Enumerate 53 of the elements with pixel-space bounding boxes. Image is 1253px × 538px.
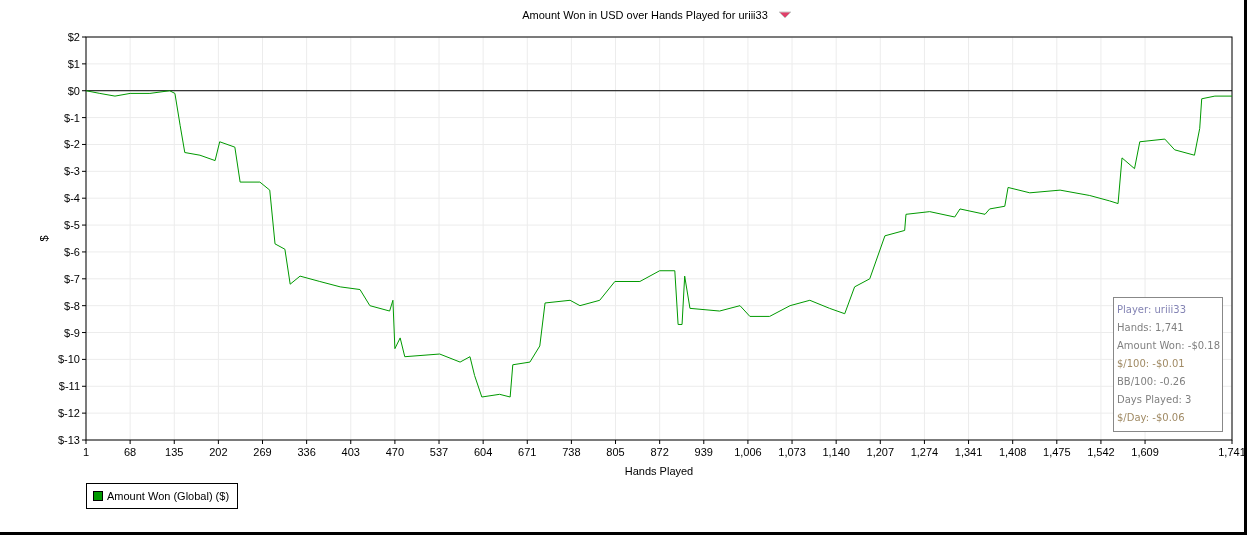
stat-line: Amount Won: -$0.18: [1117, 339, 1219, 353]
stat-line: Days Played: 3: [1117, 393, 1193, 407]
x-tick-label: 1,408: [998, 446, 1027, 458]
x-tick-label: 403: [341, 446, 360, 458]
y-tick-label: $0: [67, 84, 80, 97]
x-tick-label: 269: [253, 446, 272, 458]
x-tick-label: 1,341: [954, 446, 983, 458]
x-tick-label: 1,140: [822, 446, 850, 458]
y-tick-label: $-3: [64, 165, 80, 178]
y-tick-label: $-13: [57, 434, 80, 446]
y-tick-label: $-2: [64, 138, 80, 151]
x-tick-label: 738: [562, 446, 581, 458]
x-tick-label: 1,006: [734, 446, 762, 458]
x-tick-label: 1,542: [1087, 446, 1115, 458]
y-tick-label: $1: [67, 57, 80, 70]
x-tick-label: 604: [473, 446, 493, 458]
y-tick-label: $-9: [64, 326, 80, 339]
y-tick-label: $-10: [57, 353, 80, 366]
y-tick-label: $2: [67, 31, 80, 43]
x-tick-label: 202: [209, 446, 228, 458]
y-axis-label: $: [38, 235, 50, 242]
x-tick-label: 805: [606, 446, 625, 458]
y-tick-label: $-11: [58, 380, 80, 393]
x-tick-label: 671: [518, 446, 537, 458]
x-tick-label: 1,274: [910, 446, 939, 458]
x-tick-label: 1,073: [778, 446, 806, 458]
x-tick-label: 1: [82, 446, 90, 458]
x-tick-label: 939: [694, 446, 713, 458]
stat-line: Hands: 1,741: [1117, 321, 1185, 335]
y-tick-label: $-5: [64, 219, 80, 232]
chart-title: Amount Won in USD over Hands Played for uriii33: [522, 9, 768, 21]
stat-line: $/100: -$0.01: [1117, 357, 1186, 371]
y-tick-label: $-1: [64, 111, 80, 124]
x-tick-label: 68: [124, 446, 137, 458]
stat-line: $/Day: -$0.06: [1117, 411, 1186, 425]
x-tick-label: 1,475: [1043, 446, 1071, 458]
x-tick-label: 470: [385, 446, 405, 458]
y-tick-label: $-4: [64, 192, 80, 205]
y-tick-label: $-12: [57, 407, 80, 420]
x-tick-label: 1,207: [866, 446, 895, 458]
x-tick-label: 336: [297, 446, 316, 458]
x-tick-label: 1,609: [1131, 446, 1159, 458]
x-tick-label: 872: [650, 446, 669, 458]
y-tick-label: $-8: [64, 299, 80, 312]
x-tick-label: 135: [165, 446, 184, 458]
x-tick-label: 537: [429, 446, 449, 458]
stat-line: Player: uriii33: [1117, 303, 1187, 317]
legend-label: Amount Won (Global) ($): [107, 490, 230, 502]
dropdown-triangle-icon[interactable]: [777, 11, 792, 19]
y-tick-label: $-7: [64, 272, 80, 285]
stat-line: BB/100: -0.26: [1117, 375, 1187, 389]
x-axis-label: Hands Played: [624, 465, 694, 477]
y-tick-label: $-6: [64, 245, 80, 258]
